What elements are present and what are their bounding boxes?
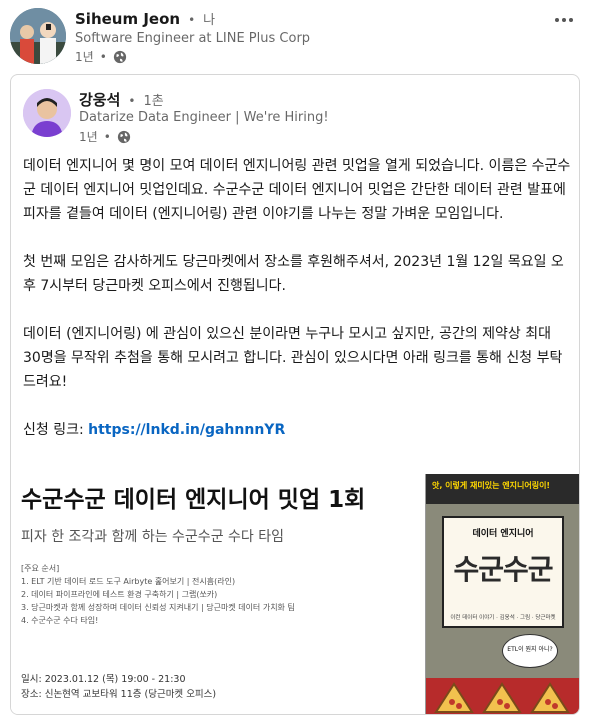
post-time: 1년 [75, 50, 94, 64]
shared-post-card[interactable]: 강웅석 • 1촌 Datarize Data Engineer | We're … [10, 74, 580, 715]
author-headline: Software Engineer at LINE Plus Corp [75, 31, 311, 46]
post-body: 데이터 엔지니어 몇 명이 모여 데이터 엔지니어링 관련 밋업을 열게 되었습… [23, 154, 571, 442]
separator-dot: • [128, 94, 136, 108]
event-date: 일시: 2023.01.12 (목) 19:00 - 21:30 [21, 674, 186, 685]
poster-header: 앗, 이렇게 재미있는 엔지니어링이! [426, 474, 579, 504]
poster-cover: 데이터 엔지니어 수군수군 이런 데이터 이야기 · 김웅석 · 그림 · 당근… [442, 516, 564, 628]
speech-bubble-text: ETL이 뭔지 아니? [507, 646, 553, 653]
shared-author-headline: Datarize Data Engineer | We're Hiring! [79, 110, 329, 125]
post-paragraph: 데이터 엔지니어 몇 명이 모여 데이터 엔지니어링 관련 밋업을 열게 되었습… [23, 158, 571, 222]
author-name[interactable]: Siheum Jeon [75, 10, 180, 28]
signup-link[interactable]: https://lnkd.in/gahnnnYR [88, 422, 285, 438]
agenda-header: [주요 순서] [21, 564, 60, 573]
event-banner-image[interactable]: 수군수군 데이터 엔지니어 밋업 1회 피자 한 조각과 함께 하는 수군수군 … [11, 474, 579, 714]
separator-dot: • [99, 49, 107, 64]
pizza-illustration [426, 678, 579, 714]
agenda-item: 1. ELT 기반 데이터 로드 도구 Airbyte 훑어보기 | 전시흠(라… [21, 577, 236, 586]
separator-dot: • [103, 129, 111, 144]
poster-tagline: 앗, 이렇게 재미있는 엔지니어링이! [432, 481, 551, 490]
post-time: 1년 [79, 130, 98, 144]
more-horizontal-icon [555, 18, 573, 22]
shared-author-name[interactable]: 강웅석 [79, 89, 120, 110]
signup-label: 신청 링크: [23, 422, 89, 438]
banner-title: 수군수군 데이터 엔지니어 밋업 1회 [21, 487, 366, 513]
event-details: 일시: 2023.01.12 (목) 19:00 - 21:30 장소: 신논현… [21, 672, 216, 702]
globe-icon [117, 130, 130, 143]
banner-subtitle: 피자 한 조각과 함께 하는 수군수군 수다 타임 [21, 529, 284, 545]
separator-dot: • [188, 13, 196, 27]
signup-line: 신청 링크: https://lnkd.in/gahnnnYR [23, 418, 571, 442]
agenda-item: 3. 당근마켓과 함께 성장하며 데이터 신뢰성 지켜내기 | 당근마켓 데이터… [21, 603, 295, 612]
post-meta: 1년 • [75, 48, 127, 65]
comic-poster: 앗, 이렇게 재미있는 엔지니어링이! 데이터 엔지니어 수군수군 이런 데이터… [425, 474, 579, 714]
post-paragraph: 데이터 (엔지니어링) 에 관심이 있으신 분이라면 누구나 모시고 싶지만, … [23, 326, 563, 390]
reshare-header: Siheum Jeon • 나 Software Engineer at LIN… [0, 0, 590, 70]
poster-label: 데이터 엔지니어 [472, 529, 534, 539]
post-paragraph: 첫 번째 모임은 감사하게도 당근마켓에서 장소를 후원해주셔서, 2023년 … [23, 254, 564, 294]
shared-post-meta: 1년 • [79, 128, 131, 145]
author-avatar[interactable] [10, 8, 66, 64]
profile-photo-icon [23, 89, 71, 137]
poster-big-title: 수군수군 [453, 553, 553, 586]
globe-icon [113, 50, 126, 63]
connection-degree: 나 [203, 13, 216, 28]
shared-author-avatar[interactable] [23, 89, 71, 137]
connection-degree: 1촌 [143, 94, 164, 109]
event-place: 장소: 신논현역 교보타워 11층 (당근마켓 오피스) [21, 689, 217, 700]
agenda-item: 2. 데이터 파이프라인에 테스트 환경 구축하기 | 그랩(쏘카) [21, 590, 218, 599]
pizza-icon [434, 682, 570, 713]
poster-credits: 이런 데이터 이야기 · 김웅석 · 그림 · 당근마켓 [450, 615, 556, 621]
more-options-button[interactable] [550, 10, 578, 30]
profile-photo-icon [10, 8, 66, 64]
speech-bubble: ETL이 뭔지 아니? [502, 634, 558, 668]
agenda-list: [주요 순서] 1. ELT 기반 데이터 로드 도구 Airbyte 훑어보기… [21, 562, 295, 627]
agenda-item: 4. 수군수군 수다 타임! [21, 616, 99, 625]
